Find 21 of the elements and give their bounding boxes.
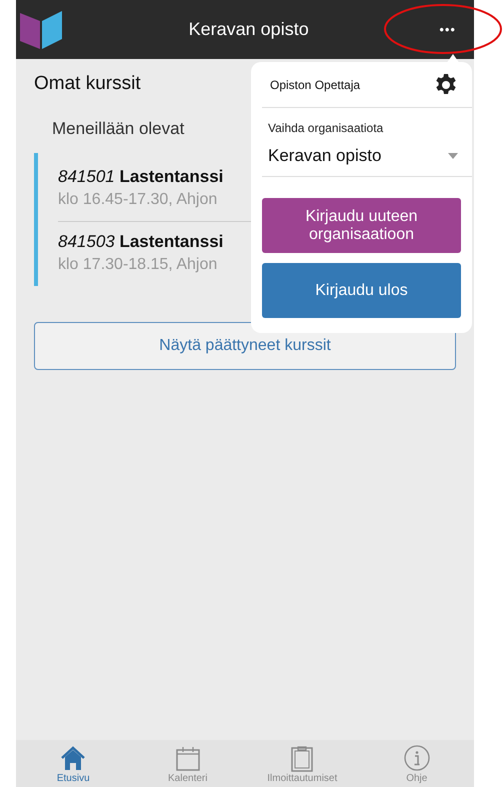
more-menu-button[interactable]: ••• bbox=[433, 22, 462, 37]
course-details: klo 17.30-18.15, Ahjon bbox=[58, 256, 218, 274]
organization-dropdown[interactable]: Keravan opisto bbox=[262, 135, 472, 177]
calendar-icon bbox=[174, 744, 202, 772]
info-icon bbox=[402, 744, 431, 772]
home-icon bbox=[59, 744, 88, 772]
logout-button[interactable]: Kirjaudu ulos bbox=[262, 263, 461, 318]
field-label: Vaihda organisaatiota bbox=[268, 121, 384, 135]
section-heading: Meneillään olevat bbox=[52, 119, 184, 139]
tab-item[interactable]: Kalenteri bbox=[132, 744, 243, 787]
settings-icon[interactable] bbox=[434, 72, 458, 96]
new-organization-login-button[interactable]: Kirjaudu uuteen organisaatioon bbox=[262, 198, 461, 253]
app-title: Keravan opisto bbox=[188, 19, 309, 40]
tab-item[interactable]: Ilmoittautumiset bbox=[247, 744, 358, 787]
book-logo-icon bbox=[18, 8, 64, 50]
user-name: Opiston Opettaja bbox=[270, 78, 360, 92]
tab-item[interactable]: Etusivu bbox=[18, 744, 128, 787]
page-title: Omat kurssit bbox=[34, 73, 141, 95]
course-details: klo 16.45-17.30, Ahjon bbox=[58, 191, 218, 209]
caret-icon bbox=[448, 152, 458, 158]
tab-item[interactable]: Ohje bbox=[362, 744, 472, 787]
